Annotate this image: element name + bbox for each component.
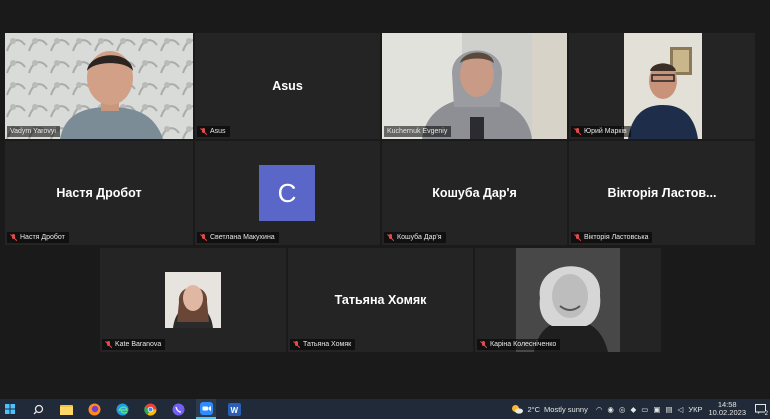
participant-video xyxy=(382,33,567,139)
windows-logo-icon xyxy=(5,404,15,414)
participant-tile-kuchernuk-evgeniy[interactable]: Kuchernuk Evgeniy xyxy=(382,33,567,139)
mic-muted-icon xyxy=(105,340,112,349)
participant-video xyxy=(5,33,193,139)
participant-nameplate: Каріна Колесніченко xyxy=(477,339,561,350)
word-icon: W xyxy=(227,402,241,416)
participant-tile-yurii-markiv[interactable]: Юрий Марків xyxy=(569,33,755,139)
participant-name: Kate Baranova xyxy=(115,341,162,348)
mic-muted-icon xyxy=(200,233,207,242)
mic-muted-icon xyxy=(387,233,394,242)
participant-display-name: Настя Дробот xyxy=(56,186,142,200)
edge-icon xyxy=(116,403,128,415)
wifi-icon[interactable]: ◠ xyxy=(596,405,603,414)
chrome-icon xyxy=(143,403,156,416)
svg-text:W: W xyxy=(230,406,238,415)
mic-muted-icon xyxy=(574,127,581,136)
participant-video xyxy=(624,33,702,139)
participant-tile-vadym-yarovyi[interactable]: Vadym Yarovyi xyxy=(5,33,193,139)
camera-icon[interactable]: ▣ xyxy=(653,405,660,414)
system-tray: ◠ ◉ ◎ ◆ ▭ ▣ ▤ ◁ УКР xyxy=(596,405,703,414)
participant-tile-koshuba-daria[interactable]: Кошуба Дар'я Кошуба Дар'я xyxy=(382,141,567,245)
participant-video xyxy=(516,248,620,352)
chrome-tray-icon[interactable]: ◎ xyxy=(619,405,626,414)
participant-nameplate: Asus xyxy=(197,126,230,137)
participant-nameplate: Kate Baranova xyxy=(102,339,166,350)
network-icon[interactable]: ▤ xyxy=(665,405,672,414)
windows-start-button[interactable] xyxy=(0,399,20,419)
edge-button[interactable] xyxy=(112,399,132,419)
participant-video xyxy=(165,272,221,328)
shield-icon[interactable]: ◆ xyxy=(630,405,636,414)
viber-icon xyxy=(172,403,184,415)
sun-cloud-icon xyxy=(512,405,524,414)
participant-name: Настя Дробот xyxy=(20,234,65,241)
participant-tile-karina-kolesnichenko[interactable]: Каріна Колесніченко xyxy=(475,248,661,352)
participant-display-name: Кошуба Дар'я xyxy=(432,186,517,200)
participant-tile-kate-baranova[interactable]: Kate Baranova xyxy=(100,248,286,352)
participant-tile-viktoriia-lastovska[interactable]: Вікторія Ластов... Вікторія Ластовська xyxy=(569,141,755,245)
participant-tile-asus[interactable]: Asus Asus xyxy=(195,33,380,139)
language-indicator[interactable]: УКР xyxy=(688,405,702,414)
participant-nameplate: Вікторія Ластовська xyxy=(571,232,653,243)
participant-nameplate: Vadym Yarovyi xyxy=(7,126,60,137)
participant-tile-svetlana-makukhina[interactable]: C Светлана Макухина xyxy=(195,141,380,245)
participant-nameplate: Светлана Макухина xyxy=(197,232,279,243)
folder-icon xyxy=(59,404,73,415)
mic-muted-icon xyxy=(574,233,581,242)
battery-icon[interactable]: ▭ xyxy=(641,405,648,414)
participant-name: Asus xyxy=(210,128,226,135)
zoom-gallery-view: Vadym Yarovyi Asus Asus Kuchernuk Evgeni… xyxy=(0,0,770,399)
clock[interactable]: 14:58 10.02.2023 xyxy=(708,401,746,417)
participant-name: Светлана Макухина xyxy=(210,234,275,241)
notification-count-badge: 2 xyxy=(764,411,768,417)
viber-tray-icon[interactable]: ◉ xyxy=(607,405,614,414)
windows-taskbar: W 2°C Mostly sunny ◠ ◉ ◎ ◆ ▭ ▣ ▤ ◁ УКР 1… xyxy=(0,399,770,419)
participant-nameplate: Настя Дробот xyxy=(7,232,69,243)
viber-button[interactable] xyxy=(168,399,188,419)
file-explorer-button[interactable] xyxy=(56,399,76,419)
participant-name: Kuchernuk Evgeniy xyxy=(387,128,448,135)
clock-date: 10.02.2023 xyxy=(708,408,746,417)
participant-display-name: Вікторія Ластов... xyxy=(607,186,717,200)
participant-name: Вікторія Ластовська xyxy=(584,234,649,241)
participant-name: Каріна Колесніченко xyxy=(490,341,557,348)
participant-name: Юрий Марків xyxy=(584,128,627,135)
search-icon xyxy=(33,404,43,414)
participant-nameplate: Kuchernuk Evgeniy xyxy=(384,126,452,137)
participant-tile-nastia-drobot[interactable]: Настя Дробот Настя Дробот xyxy=(5,141,193,245)
participant-name: Vadym Yarovyi xyxy=(10,128,56,135)
notification-center-button[interactable]: 2 xyxy=(752,399,768,419)
search-button[interactable] xyxy=(28,399,48,419)
participant-nameplate: Татьяна Хомяк xyxy=(290,339,356,350)
firefox-button[interactable] xyxy=(84,399,104,419)
participant-display-name: Asus xyxy=(272,79,303,93)
word-button[interactable]: W xyxy=(224,399,244,419)
mic-muted-icon xyxy=(10,233,17,242)
mic-muted-icon xyxy=(293,340,300,349)
weather-widget[interactable]: 2°C Mostly sunny xyxy=(511,404,588,414)
zoom-button[interactable] xyxy=(196,399,216,419)
firefox-icon xyxy=(88,403,100,415)
mic-muted-icon xyxy=(480,340,487,349)
participant-avatar: C xyxy=(259,165,315,221)
chrome-button[interactable] xyxy=(140,399,160,419)
volume-icon[interactable]: ◁ xyxy=(678,405,684,414)
participant-name: Кошуба Дар'я xyxy=(397,234,442,241)
mic-muted-icon xyxy=(200,127,207,136)
participant-tile-tatiana-khomiak[interactable]: Татьяна Хомяк Татьяна Хомяк xyxy=(288,248,473,352)
participant-nameplate: Юрий Марків xyxy=(571,126,631,137)
zoom-icon xyxy=(199,401,213,415)
participant-nameplate: Кошуба Дар'я xyxy=(384,232,446,243)
weather-temperature: 2°C xyxy=(527,404,541,414)
participant-name: Татьяна Хомяк xyxy=(303,341,352,348)
participant-display-name: Татьяна Хомяк xyxy=(334,293,427,307)
weather-description: Mostly sunny xyxy=(544,404,588,414)
